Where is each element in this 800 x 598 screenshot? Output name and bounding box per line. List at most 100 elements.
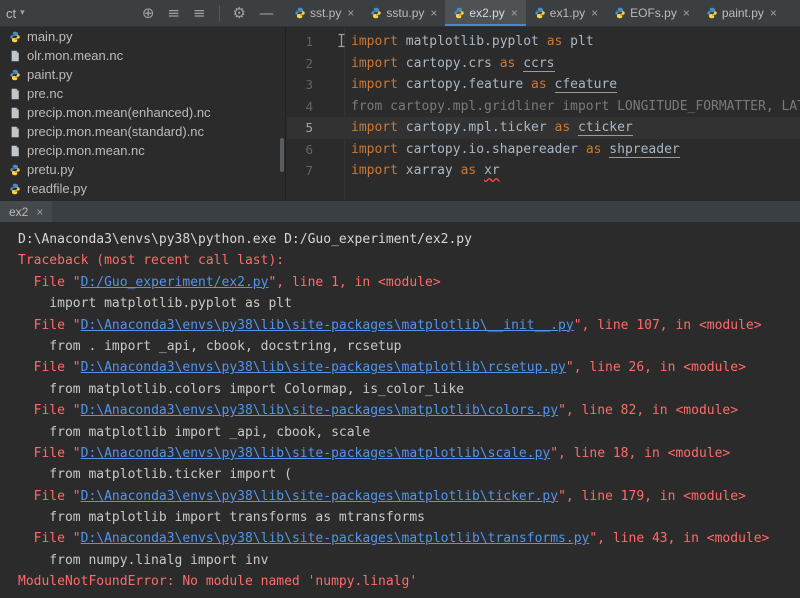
line-number: 3 <box>287 74 313 96</box>
editor-tab-EOFs-py[interactable]: EOFs.py× <box>606 0 698 26</box>
code-token <box>570 120 578 135</box>
tab-label: sstu.py <box>386 6 424 20</box>
run-tab-label: ex2 <box>9 205 28 219</box>
settings-gear-icon[interactable]: ⚙ <box>233 6 246 21</box>
tree-item[interactable]: precip.mon.mean(standard).nc <box>0 122 285 141</box>
code-text: import xarray as xr <box>287 160 800 182</box>
traceback-file-link[interactable]: D:\Anaconda3\envs\py38\lib\site-packages… <box>81 531 590 546</box>
tree-item[interactable]: paint.py <box>0 65 285 84</box>
editor-tab-ex2-py[interactable]: ex2.py× <box>445 0 525 26</box>
code-token: import <box>351 34 398 49</box>
python-file-icon <box>9 31 21 43</box>
tree-toolbar-icons: ⊕ ≡ ≡ ⚙ — <box>142 5 274 21</box>
file-name: main.py <box>27 29 73 44</box>
code-token: as <box>500 56 516 71</box>
tree-scrollbar[interactable] <box>280 138 284 172</box>
locate-icon[interactable]: ⊕ <box>142 6 155 21</box>
code-token: xarray <box>398 163 461 178</box>
tree-rows: main.py olr.mon.mean.nc paint.py pre.nc … <box>0 27 285 198</box>
project-panel-toolbar: ct ▾ ⊕≡≡⚙— <box>0 0 286 26</box>
code-token: cartopy.io.shapereader <box>398 142 586 157</box>
editor-tab-sst-py[interactable]: sst.py× <box>286 0 362 26</box>
console-text: File " <box>18 318 81 333</box>
code-text: import cartopy.crs as ccrs <box>287 53 800 75</box>
console-text: ", line 179, in <module> <box>558 489 746 504</box>
console-text: from matplotlib import transforms as mtr… <box>18 510 425 525</box>
console-line: File "D:\Anaconda3\envs\py38\lib\site-pa… <box>18 486 800 507</box>
tree-item[interactable]: pretu.py <box>0 160 285 179</box>
console-text: from matplotlib import _api, cbook, scal… <box>18 425 370 440</box>
code-token <box>476 163 484 178</box>
console-text: from . import _api, cbook, docstring, rc… <box>18 339 402 354</box>
expand-all-icon[interactable]: ≡ <box>167 6 180 21</box>
console-text: File " <box>18 531 81 546</box>
tab-label: paint.py <box>722 6 764 20</box>
editor-tab-ex1-py[interactable]: ex1.py× <box>526 0 606 26</box>
traceback-file-link[interactable]: D:\Anaconda3\envs\py38\lib\site-packages… <box>81 403 558 418</box>
console-line: D:\Anaconda3\envs\py38\python.exe D:/Guo… <box>18 229 800 250</box>
file-name: precip.mon.mean(enhanced).nc <box>27 105 211 120</box>
generic-file-icon <box>9 88 21 100</box>
console-line: from matplotlib.colors import Colormap, … <box>18 379 800 400</box>
collapse-all-icon[interactable]: ≡ <box>193 6 206 21</box>
console-line: File "D:\Anaconda3\envs\py38\lib\site-pa… <box>18 528 800 549</box>
line-number: 7 <box>287 160 313 182</box>
editor-tab-paint-py[interactable]: paint.py × <box>698 0 785 26</box>
console-text: ", line 26, in <module> <box>566 360 746 375</box>
console-line: File "D:\Anaconda3\envs\py38\lib\site-pa… <box>18 357 800 378</box>
editor-line: 2import cartopy.crs as ccrs <box>287 53 800 75</box>
project-selector[interactable]: ct <box>6 6 16 21</box>
python-file-icon <box>534 7 546 19</box>
console-text: ", line 107, in <module> <box>574 318 762 333</box>
close-icon[interactable]: × <box>511 6 518 20</box>
generic-file-icon <box>9 50 21 62</box>
tree-item[interactable]: readfile.py <box>0 179 285 198</box>
traceback-file-link[interactable]: D:\Anaconda3\envs\py38\lib\site-packages… <box>81 489 558 504</box>
console-text: File " <box>18 275 81 290</box>
tree-item[interactable]: precip.mon.mean(enhanced).nc <box>0 103 285 122</box>
run-panel-header: ex2 × <box>0 200 800 222</box>
text-cursor-icon <box>337 33 346 52</box>
tree-item[interactable]: main.py <box>0 27 285 46</box>
code-token: cfeature <box>555 77 618 93</box>
code-token: xr <box>484 163 500 178</box>
traceback-file-link[interactable]: D:/Guo_experiment/ex2.py <box>81 275 269 290</box>
traceback-file-link[interactable]: D:\Anaconda3\envs\py38\lib\site-packages… <box>81 318 574 333</box>
traceback-file-link[interactable]: D:\Anaconda3\envs\py38\lib\site-packages… <box>81 446 551 461</box>
tree-item[interactable]: pre.nc <box>0 84 285 103</box>
close-icon[interactable]: × <box>770 6 777 20</box>
console-text: File " <box>18 489 81 504</box>
file-name: olr.mon.mean.nc <box>27 48 123 63</box>
editor-lines: 1import matplotlib.pyplot as plt2import … <box>287 31 800 182</box>
code-token <box>547 77 555 92</box>
code-text: import matplotlib.pyplot as plt <box>287 31 800 53</box>
python-file-icon <box>370 7 382 19</box>
close-icon[interactable]: × <box>591 6 598 20</box>
code-token: as <box>461 163 477 178</box>
console-text: import matplotlib.pyplot as plt <box>18 296 292 311</box>
console-line: File "D:\Anaconda3\envs\py38\lib\site-pa… <box>18 443 800 464</box>
code-token: import <box>351 56 398 71</box>
line-number: 2 <box>287 53 313 75</box>
console-text: File " <box>18 360 81 375</box>
code-token: from cartopy.mpl.gridliner import LONGIT… <box>351 99 800 114</box>
hide-panel-icon[interactable]: — <box>259 6 274 21</box>
close-icon[interactable]: × <box>36 205 43 219</box>
line-number: 6 <box>287 139 313 161</box>
editor-line: 7import xarray as xr <box>287 160 800 182</box>
python-file-icon <box>9 183 21 195</box>
editor-tab-bar: sst.py× sstu.py × ex2.py× ex1.py× EOFs.py… <box>286 0 800 26</box>
tree-item[interactable]: precip.mon.mean.nc <box>0 141 285 160</box>
editor-tab-sstu-py[interactable]: sstu.py × <box>362 0 445 26</box>
editor-line: 4from cartopy.mpl.gridliner import LONGI… <box>287 96 800 118</box>
run-console-output: D:\Anaconda3\envs\py38\python.exe D:/Guo… <box>0 222 800 598</box>
tree-item[interactable]: olr.mon.mean.nc <box>0 46 285 65</box>
code-editor[interactable]: 1import matplotlib.pyplot as plt2import … <box>287 27 800 200</box>
python-file-icon <box>453 7 465 19</box>
run-tab-ex2[interactable]: ex2 × <box>0 201 52 222</box>
close-icon[interactable]: × <box>430 6 437 20</box>
traceback-file-link[interactable]: D:\Anaconda3\envs\py38\lib\site-packages… <box>81 360 566 375</box>
code-text: import cartopy.io.shapereader as shpread… <box>287 139 800 161</box>
close-icon[interactable]: × <box>347 6 354 20</box>
close-icon[interactable]: × <box>683 6 690 20</box>
